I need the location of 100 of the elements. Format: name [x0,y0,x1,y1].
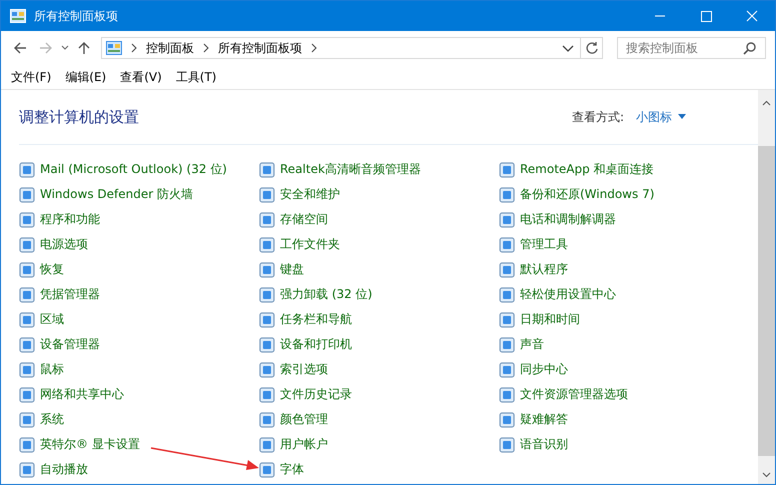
control-panel-item-icon [259,312,275,328]
control-panel-item-icon [259,362,275,378]
control-panel-link[interactable]: 区域 [40,311,64,328]
control-panel-link[interactable]: 文件资源管理器选项 [520,386,628,403]
control-panel-item-icon [19,236,35,252]
control-panel-item-icon [19,262,35,278]
control-panel-item-icon [19,362,35,378]
control-panel-link[interactable]: 凭据管理器 [40,286,100,303]
breadcrumb[interactable]: 所有控制面板项 [218,40,302,56]
control-panel-link[interactable]: 声音 [520,336,544,353]
control-panel-link[interactable]: 英特尔® 显卡设置 [40,436,140,453]
control-panel-link[interactable]: 工作文件夹 [280,236,340,253]
control-panel-item-icon [259,412,275,428]
address-bar[interactable]: 控制面板 所有控制面板项 [101,37,581,59]
chevron-icon [130,43,138,53]
up-arrow-icon[interactable] [76,40,92,56]
control-panel-item-icon [19,462,35,478]
control-panel-link[interactable]: 自动播放 [40,461,88,478]
control-panel-link[interactable]: 管理工具 [520,236,568,253]
control-panel-link[interactable]: 日期和时间 [520,311,580,328]
control-panel-item-icon [259,262,275,278]
control-panel-link[interactable]: 语音识别 [520,436,568,453]
refresh-icon [584,41,598,55]
control-panel-link[interactable]: 设备和打印机 [280,336,352,353]
control-panel-item-icon [499,212,515,228]
control-panel-link[interactable]: 恢复 [40,261,64,278]
control-panel-item-icon [19,162,35,178]
control-panel-link[interactable]: 同步中心 [520,361,568,378]
refresh-button[interactable] [581,37,603,59]
control-panel-icon [10,9,26,23]
control-panel-item-icon [259,336,275,352]
menu-item[interactable]: 工具(T) [176,68,216,86]
view-dropdown[interactable]: 小图标 [636,108,686,126]
breadcrumb[interactable]: 控制面板 [146,40,194,56]
control-panel-link[interactable]: 文件历史记录 [280,386,352,403]
control-panel-link[interactable]: 强力卸载 (32 位) [280,286,372,303]
control-panel-link[interactable]: 电话和调制解调器 [520,211,616,228]
menu-item[interactable]: 编辑(E) [65,68,106,86]
control-panel-link[interactable]: 疑难解答 [520,411,568,428]
view-label: 查看方式: [572,108,624,126]
search-icon [743,41,757,55]
control-panel-item-icon [499,336,515,352]
control-panel-icon [106,41,122,55]
control-panel-item-icon [499,186,515,202]
control-panel-item-icon [499,412,515,428]
control-panel-item-icon [259,436,275,452]
control-panel-link[interactable]: 索引选项 [280,361,328,378]
back-arrow-icon[interactable] [12,40,28,56]
control-panel-item-icon [19,212,35,228]
control-panel-link[interactable]: 用户帐户 [280,436,328,453]
control-panel-item-icon [19,436,35,452]
window-title: 所有控制面板项 [34,8,118,24]
control-panel-item-icon [259,462,275,478]
control-panel-item-icon [259,386,275,402]
dropdown-caret-icon[interactable] [562,43,574,53]
control-panel-item-icon [499,436,515,452]
control-panel-link[interactable]: 安全和维护 [280,186,340,203]
control-panel-link[interactable]: 程序和功能 [40,211,100,228]
control-panel-item-icon [499,262,515,278]
control-panel-item-icon [19,312,35,328]
chevron-icon [310,43,318,53]
control-panel-item-icon [19,336,35,352]
control-panel-item-icon [19,412,35,428]
vertical-scrollbar[interactable] [758,90,775,484]
scrollbar-thumb[interactable] [758,146,775,456]
control-panel-link[interactable]: Windows Defender 防火墙 [40,186,193,203]
control-panel-link[interactable]: 备份和还原(Windows 7) [520,186,654,203]
control-panel-item-icon [499,162,515,178]
menu-item[interactable]: 文件(F) [11,68,52,86]
control-panel-item-icon [259,186,275,202]
control-panel-link[interactable]: 轻松使用设置中心 [520,286,616,303]
control-panel-link[interactable]: 系统 [40,411,64,428]
control-panel-link[interactable]: 鼠标 [40,361,64,378]
control-panel-item-icon [259,162,275,178]
control-panel-link[interactable]: Mail (Microsoft Outlook) (32 位) [40,161,227,178]
control-panel-link[interactable]: 任务栏和导航 [280,311,352,328]
control-panel-item-icon [259,212,275,228]
control-panel-item-icon [499,286,515,302]
control-panel-link[interactable]: 字体 [280,461,304,478]
control-panel-link[interactable]: 网络和共享中心 [40,386,124,403]
control-panel-item-icon [499,362,515,378]
control-panel-item-icon [499,386,515,402]
control-panel-item-icon [19,386,35,402]
control-panel-link[interactable]: 存储空间 [280,211,328,228]
menu-item[interactable]: 查看(V) [120,68,162,86]
control-panel-link[interactable]: Realtek高清晰音频管理器 [280,161,421,178]
control-panel-link[interactable]: 默认程序 [520,261,568,278]
control-panel-item-icon [499,312,515,328]
control-panel-item-icon [19,186,35,202]
control-panel-link[interactable]: 颜色管理 [280,411,328,428]
control-panel-link[interactable]: 键盘 [280,261,304,278]
control-panel-item-icon [499,236,515,252]
page-heading: 调整计算机的设置 [19,108,139,126]
control-panel-link[interactable]: RemoteApp 和桌面连接 [520,161,654,178]
search-field[interactable]: 搜索控制面板 [617,37,766,59]
control-panel-item-icon [259,236,275,252]
control-panel-link[interactable]: 设备管理器 [40,336,100,353]
control-panel-item-icon [19,286,35,302]
control-panel-link[interactable]: 电源选项 [40,236,88,253]
chevron-icon [202,43,210,53]
